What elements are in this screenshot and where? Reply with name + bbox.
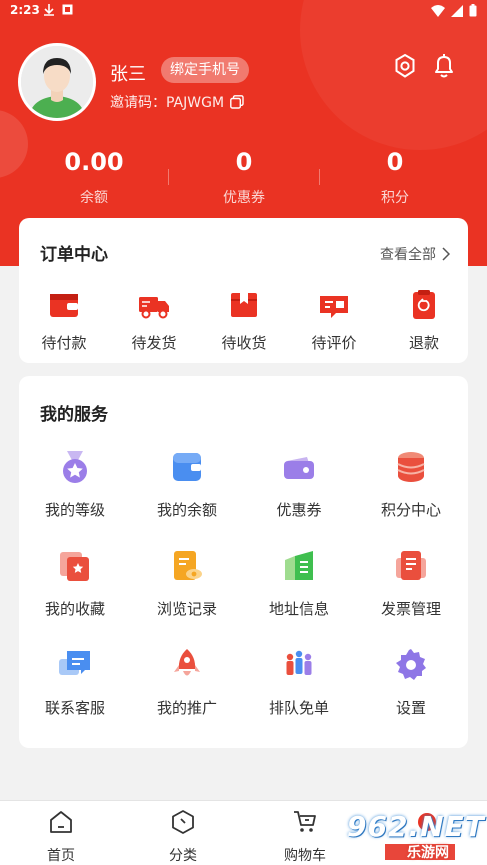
my-services-card: 我的服务 我的等级 我的余额 优惠券 积分中心 我的收藏 浏览记录 地址信息 发…: [19, 376, 468, 748]
order-label: 待付款: [41, 334, 87, 352]
settings-icon[interactable]: [391, 52, 419, 80]
invoice-icon: [396, 551, 426, 580]
home-icon: [50, 811, 72, 833]
my-services-title: 我的服务: [40, 405, 108, 425]
stat-balance[interactable]: 0.00 余额: [19, 145, 169, 207]
chat-icon: [59, 651, 90, 675]
service-label: 我的余额: [156, 501, 217, 519]
view-all-orders-link[interactable]: 查看全部: [380, 244, 450, 264]
copy-icon[interactable]: [230, 95, 244, 109]
signal-icon: [451, 4, 463, 17]
service-favorites[interactable]: 我的收藏: [19, 548, 131, 619]
service-label: 排队免单: [268, 699, 329, 717]
order-label: 待发货: [131, 334, 177, 352]
wallet-icon: [50, 294, 78, 317]
service-label: 联系客服: [44, 699, 105, 717]
wallet-blue-icon: [173, 453, 201, 481]
watermark-main: 962.NET: [347, 810, 485, 843]
service-label: 发票管理: [380, 600, 441, 618]
stat-value: 0: [386, 148, 404, 176]
invite-code: 邀请码：PAJWGM: [110, 95, 225, 111]
cart-icon: [294, 811, 316, 832]
order-pending-shipment[interactable]: 待发货: [109, 288, 199, 353]
history-icon: [174, 551, 202, 580]
service-coupons[interactable]: 优惠券: [243, 449, 355, 520]
order-refund[interactable]: 退款: [379, 288, 469, 353]
invite-code-row: 邀请码：PAJWGM: [110, 92, 244, 112]
service-label: 优惠券: [276, 501, 322, 519]
service-history[interactable]: 浏览记录: [131, 548, 243, 619]
wifi-icon: [431, 4, 445, 17]
status-time: 2:23: [10, 3, 40, 17]
service-balance[interactable]: 我的余额: [131, 449, 243, 520]
tab-label: 首页: [47, 848, 75, 864]
bind-phone-button[interactable]: 绑定手机号: [161, 57, 249, 83]
order-center-card: 订单中心 查看全部 待付款 待发货 待收货 待评价 退款: [19, 218, 468, 363]
review-icon: [320, 296, 348, 318]
user-name: 张三: [110, 64, 146, 85]
package-icon: [231, 293, 257, 317]
avatar[interactable]: [18, 43, 96, 121]
stat-label: 积分: [381, 190, 409, 206]
service-customer-support[interactable]: 联系客服: [19, 647, 131, 718]
chevron-right-icon: [442, 247, 450, 261]
truck-icon: [139, 297, 169, 319]
favorites-icon: [60, 552, 89, 581]
download-icon: [44, 4, 54, 16]
tab-home[interactable]: 首页: [21, 809, 101, 865]
tab-label: 购物车: [284, 848, 326, 864]
stat-label: 余额: [80, 190, 108, 206]
service-address[interactable]: 地址信息: [243, 548, 355, 619]
order-label: 退款: [408, 334, 439, 352]
stat-points[interactable]: 0 积分: [320, 145, 470, 207]
service-label: 地址信息: [268, 600, 329, 618]
stat-label: 优惠券: [223, 190, 265, 206]
watermark-sub: 乐游网: [407, 845, 449, 861]
queue-icon: [286, 650, 312, 675]
gear-icon: [396, 649, 426, 680]
order-center-title: 订单中心: [40, 245, 108, 265]
rocket-icon: [174, 649, 200, 676]
service-queue-free[interactable]: 排队免单: [243, 647, 355, 718]
service-label: 我的收藏: [44, 600, 105, 618]
battery-icon: [469, 4, 477, 17]
refund-icon: [413, 290, 435, 319]
bell-icon[interactable]: [430, 52, 458, 80]
tab-cart[interactable]: 购物车: [265, 809, 345, 865]
stat-value: 0: [235, 148, 253, 176]
service-points-center[interactable]: 积分中心: [355, 449, 467, 520]
service-label: 浏览记录: [156, 600, 217, 618]
order-pending-review[interactable]: 待评价: [289, 288, 379, 353]
service-invoices[interactable]: 发票管理: [355, 548, 467, 619]
order-pending-receipt[interactable]: 待收货: [199, 288, 289, 353]
notification-icon: [62, 4, 73, 15]
service-label: 设置: [395, 699, 426, 717]
service-label: 积分中心: [380, 501, 441, 519]
account-stats: 0.00 余额 0 优惠券 0 积分: [0, 145, 487, 215]
medal-icon: [63, 451, 87, 483]
stat-value: 0.00: [64, 148, 124, 176]
service-settings[interactable]: 设置: [355, 647, 467, 718]
order-label: 待收货: [221, 334, 267, 352]
service-label: 我的推广: [156, 699, 217, 717]
service-promotion[interactable]: 我的推广: [131, 647, 243, 718]
view-all-label: 查看全部: [380, 247, 436, 263]
address-icon: [285, 551, 313, 580]
order-label: 待评价: [311, 334, 357, 352]
status-bar: 2:23: [0, 0, 487, 22]
coupon-icon: [284, 457, 314, 479]
service-level[interactable]: 我的等级: [19, 449, 131, 520]
coins-icon: [397, 452, 425, 482]
category-icon: [172, 810, 194, 834]
stat-coupons[interactable]: 0 优惠券: [169, 145, 319, 207]
order-pending-payment[interactable]: 待付款: [19, 288, 109, 353]
tab-label: 分类: [169, 848, 197, 864]
watermark-logo: 962.NET 乐游网: [345, 808, 485, 862]
service-label: 我的等级: [44, 501, 105, 519]
tab-category[interactable]: 分类: [143, 809, 223, 865]
